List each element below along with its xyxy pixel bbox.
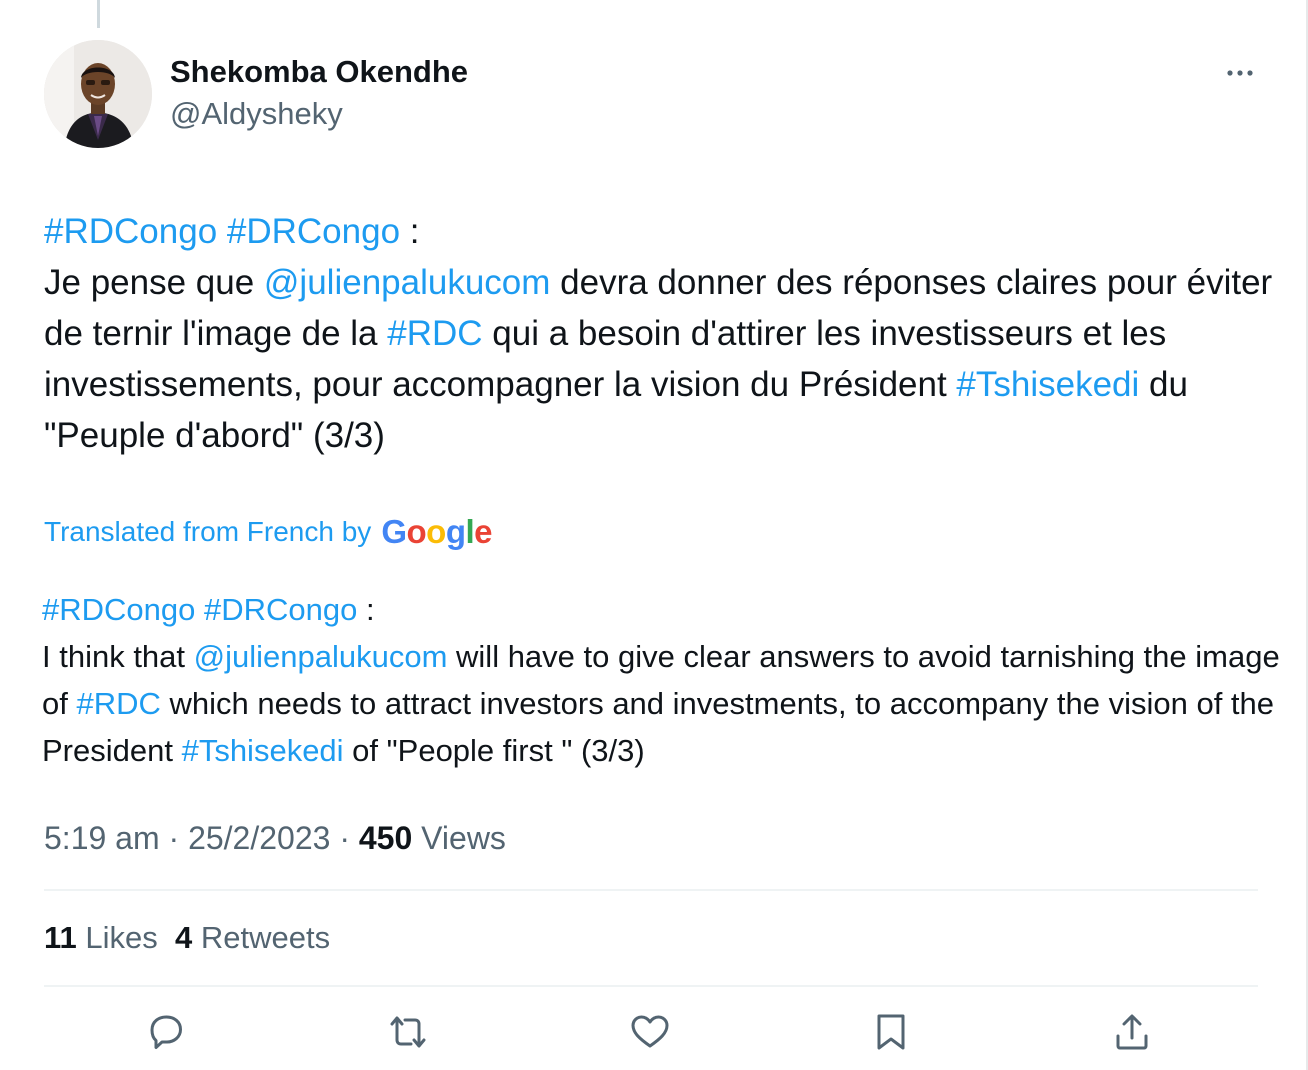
tweet-meta: 5:19 am · 25/2/2023 · 450 Views <box>44 815 506 861</box>
google-logo: Google <box>381 513 493 550</box>
tweet-original-text: #RDCongo #DRCongo : Je pense que @julien… <box>44 206 1274 461</box>
hashtag-link[interactable]: #DRCongo <box>227 212 400 251</box>
tweet-text-segment: Je pense que <box>44 263 264 302</box>
tweet-time[interactable]: 5:19 am <box>44 820 160 856</box>
thread-connector-line <box>97 0 100 28</box>
tweet-translated-text: #RDCongo #DRCongo : I think that @julien… <box>42 586 1282 774</box>
avatar[interactable] <box>44 40 152 148</box>
hashtag-link[interactable]: #RDCongo <box>44 212 217 251</box>
hashtag-link[interactable]: #RDC <box>387 314 482 353</box>
hashtag-link[interactable]: #Tshisekedi <box>956 365 1139 404</box>
author-display-name[interactable]: Shekomba Okendhe <box>170 50 468 94</box>
hashtag-link[interactable]: #RDCongo <box>42 592 195 627</box>
mention-link[interactable]: @julienpalukucom <box>264 263 551 302</box>
likes-count: 11 <box>44 920 77 955</box>
mention-link[interactable]: @julienpalukucom <box>194 639 448 674</box>
bookmark-icon[interactable] <box>867 1008 915 1056</box>
like-icon[interactable] <box>626 1008 674 1056</box>
author-info[interactable]: Shekomba Okendhe @Aldysheky <box>170 50 468 134</box>
tweet-stats: 11 Likes 4 Retweets <box>44 915 330 961</box>
tweet-text-segment: : <box>357 592 375 627</box>
tweet-text-segment: : <box>400 212 420 251</box>
hashtag-link[interactable]: #Tshisekedi <box>182 733 344 768</box>
avatar-photo <box>44 40 152 148</box>
share-icon[interactable] <box>1108 1008 1156 1056</box>
meta-separator: · <box>330 820 359 856</box>
tweet-text-segment: of "People first " (3/3) <box>343 733 645 768</box>
divider <box>44 889 1258 891</box>
retweets-label: Retweets <box>192 920 331 955</box>
translation-attribution[interactable]: Translated from French by Google <box>44 510 493 554</box>
divider <box>44 985 1258 987</box>
reply-icon[interactable] <box>142 1008 190 1056</box>
meta-separator: · <box>159 820 189 856</box>
retweets-count: 4 <box>175 920 193 955</box>
translation-label: Translated from French by <box>44 516 372 547</box>
likes-label: Likes <box>76 920 158 955</box>
more-options-icon[interactable] <box>1222 58 1258 88</box>
retweet-icon[interactable] <box>384 1008 432 1056</box>
likes-stat[interactable]: 11 Likes <box>44 920 158 955</box>
tweet-date[interactable]: 25/2/2023 <box>188 820 330 856</box>
hashtag-link[interactable]: #DRCongo <box>204 592 357 627</box>
hashtag-link[interactable]: #RDC <box>76 686 160 721</box>
views-count: 450 <box>358 820 413 856</box>
tweet-text-segment: I think that <box>42 639 194 674</box>
views-label: Views <box>412 820 506 856</box>
author-handle[interactable]: @Aldysheky <box>170 94 468 134</box>
retweets-stat[interactable]: 4 Retweets <box>175 920 330 955</box>
tweet-detail: Shekomba Okendhe @Aldysheky #RDCongo #DR… <box>0 0 1308 1070</box>
